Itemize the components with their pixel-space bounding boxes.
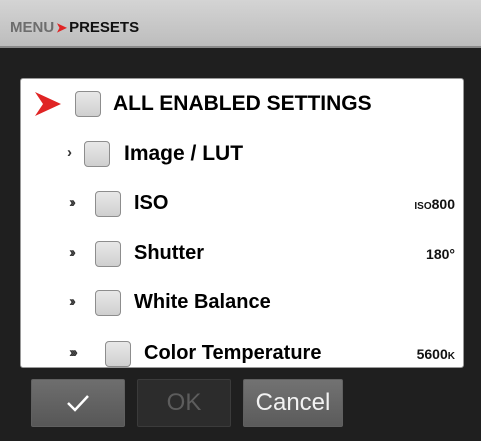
double-chevron-icon: ›› (69, 244, 76, 261)
shutter-value: 180° (426, 246, 455, 262)
checkbox-image-lut[interactable] (84, 141, 110, 167)
cancel-button[interactable]: Cancel (243, 379, 343, 427)
list-item-shutter[interactable]: ›› Shutter 180° (21, 231, 463, 275)
double-chevron-icon: ›› (69, 194, 76, 211)
checkbox-color-temperature[interactable] (105, 341, 131, 367)
color-temperature-unit: K (447, 351, 455, 362)
label-all-settings: ALL ENABLED SETTINGS (113, 92, 372, 115)
ok-button[interactable]: OK (137, 379, 231, 427)
list-item-all-settings[interactable]: ALL ENABLED SETTINGS (21, 82, 463, 126)
label-image-lut: Image / LUT (124, 142, 244, 165)
checkbox-iso[interactable] (95, 191, 121, 217)
selection-arrow-icon (35, 92, 61, 116)
color-temperature-value: 5600K (417, 346, 455, 362)
label-color-temperature: Color Temperature (144, 342, 322, 364)
breadcrumb-menu[interactable]: MENU (10, 19, 54, 36)
checkbox-white-balance[interactable] (95, 290, 121, 316)
label-iso: ISO (134, 192, 169, 214)
double-chevron-icon: ›› (69, 293, 76, 310)
check-icon (67, 395, 89, 412)
list-item-iso[interactable]: ›› ISO ISO800 (21, 181, 463, 225)
list-item-image-lut[interactable]: › Image / LUT (21, 131, 463, 175)
list-item-color-temperature[interactable]: ››› Color Temperature 5600K (21, 331, 463, 367)
label-white-balance: White Balance (134, 291, 271, 313)
header-bar: MENU ➤ PRESETS (0, 0, 481, 48)
label-shutter: Shutter (134, 242, 204, 264)
list-item-white-balance[interactable]: ›› White Balance (21, 280, 463, 324)
breadcrumb-current: PRESETS (69, 19, 140, 36)
breadcrumb: MENU ➤ PRESETS (10, 19, 139, 36)
triple-chevron-icon: ››› (69, 344, 78, 361)
iso-value-number: 800 (431, 196, 455, 212)
breadcrumb-separator-icon: ➤ (56, 20, 68, 35)
checkbox-all-settings[interactable] (75, 91, 101, 117)
chevron-icon: › (67, 144, 72, 161)
iso-value-prefix: ISO (414, 201, 432, 212)
confirm-button[interactable] (31, 379, 125, 427)
color-temperature-number: 5600 (416, 346, 448, 362)
presets-settings-list[interactable]: ALL ENABLED SETTINGS › Image / LUT ›› IS… (20, 78, 464, 368)
checkbox-shutter[interactable] (95, 241, 121, 267)
iso-value: ISO800 (414, 196, 455, 212)
